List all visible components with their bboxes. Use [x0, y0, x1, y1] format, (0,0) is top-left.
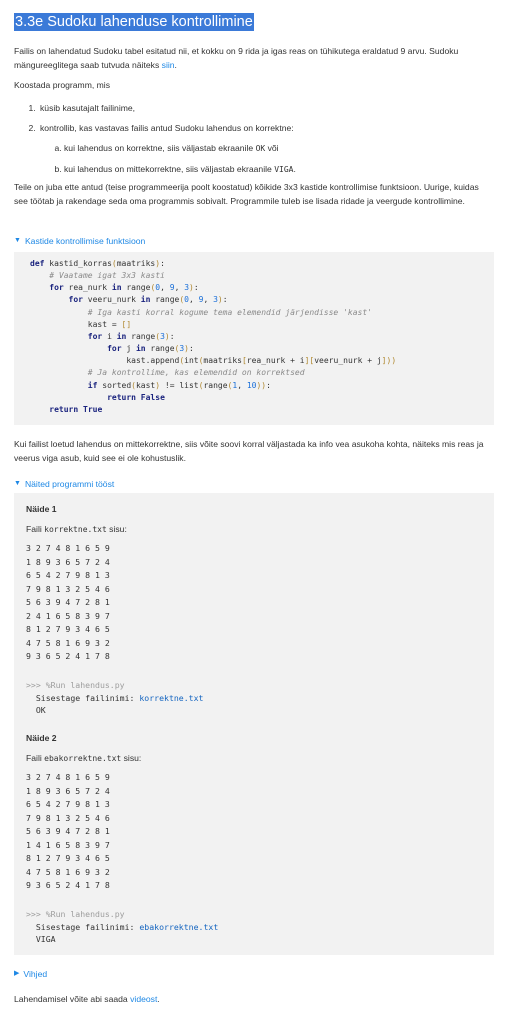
shell-command: >>> %Run lahendus.py [26, 680, 125, 690]
file-label-text: sisu: [106, 524, 127, 534]
file-name: korrektne.txt [44, 525, 107, 534]
triangle-down-icon: ▼ [14, 237, 21, 244]
optional-paragraph: Kui failist loetud lahendus on mittekorr… [14, 439, 484, 463]
inline-code: VIGA [274, 165, 294, 174]
substep-text: kui lahendus on mittekorrektne, siis väl… [64, 164, 275, 174]
file-label-text: Faili [26, 753, 45, 763]
file-label-text: Faili [26, 524, 45, 534]
rules-link[interactable]: siin [162, 60, 175, 70]
details-function-toggle[interactable]: ▼ Kastide kontrollimise funktsioon [14, 234, 145, 248]
function-code: def kastid_korras(maatriks): # Vaatame i… [30, 259, 397, 414]
page-title: 3.3e Sudoku lahenduse kontrollimine [14, 13, 254, 31]
substep-text: või [265, 143, 279, 153]
shell-result: VIGA [26, 934, 56, 944]
task-steps: küsib kasutajalt failinime, kontrollib, … [14, 101, 498, 183]
video-link[interactable]: videost [130, 994, 157, 1004]
step-1-text: küsib kasutajalt failinime, [40, 103, 136, 113]
shell-command: >>> %Run lahendus.py [26, 909, 125, 919]
sudoku-grid: 3 2 7 4 8 1 6 5 9 1 8 9 3 6 5 7 2 4 6 5 … [26, 543, 110, 661]
triangle-down-icon: ▼ [14, 480, 21, 487]
example-file-label: Faili ebakorrektne.txt sisu: [26, 751, 141, 766]
intro-text-end: . [174, 60, 177, 70]
page: 3.3e Sudoku lahenduse kontrollimine Fail… [0, 0, 505, 1015]
substep-item: kui lahendus on korrektne, siis väljasta… [64, 141, 498, 156]
intro-text: Failis on lahendatud Sudoku tabel esitat… [14, 46, 459, 70]
details-hints-summary: Vihjed [23, 969, 48, 979]
step-item: kontrollib, kas vastavas failis antud Su… [38, 121, 498, 177]
step-2-text: kontrollib, kas vastavas failis antud Su… [40, 123, 294, 133]
footer-text-end: . [157, 994, 160, 1004]
intro-paragraph: Failis on lahendatud Sudoku tabel esitat… [14, 44, 484, 72]
example-heading: Näide 1 [26, 504, 57, 514]
file-label-text: sisu: [121, 753, 142, 763]
substep-text: . [293, 164, 296, 174]
examples-box: Näide 1 Faili korrektne.txt sisu: 3 2 7 … [14, 493, 494, 955]
shell-user-input: korrektne.txt [139, 692, 204, 703]
step-item: küsib kasutajalt failinime, [38, 101, 498, 115]
inline-code: OK [255, 144, 266, 153]
shell-result: OK [26, 705, 46, 715]
example-heading: Näide 2 [26, 733, 57, 743]
shell-output: >>> %Run lahendus.py Sisestage failinimi… [26, 908, 484, 946]
task-intro: Koostada programm, mis [14, 80, 110, 90]
code-block: def kastid_korras(maatriks): # Vaatame i… [14, 252, 494, 425]
footer-text: Lahendamisel võite abi saada [14, 994, 131, 1004]
details-hints-toggle[interactable]: ▶ Vihjed [14, 967, 47, 981]
helper-paragraph: Teile on juba ette antud (teise programm… [14, 182, 479, 206]
shell-prompt: Sisestage failinimi: [26, 692, 140, 703]
shell-output: >>> %Run lahendus.py Sisestage failinimi… [26, 679, 484, 717]
details-function-summary: Kastide kontrollimise funktsioon [24, 236, 146, 246]
substep-item: kui lahendus on mittekorrektne, siis väl… [64, 162, 498, 177]
sudoku-grid: 3 2 7 4 8 1 6 5 9 1 8 9 3 6 5 7 2 4 6 5 … [26, 772, 110, 890]
footer-paragraph: Lahendamisel võite abi saada videost. [14, 992, 484, 1006]
substeps: kui lahendus on korrektne, siis väljasta… [40, 141, 498, 177]
file-name: ebakorrektne.txt [44, 754, 122, 763]
example-file-label: Faili korrektne.txt sisu: [26, 522, 127, 537]
shell-prompt: Sisestage failinimi: [26, 921, 140, 932]
details-examples-toggle[interactable]: ▼ Näited programmi tööst [14, 477, 114, 491]
substep-text: kui lahendus on korrektne, siis väljasta… [64, 143, 256, 153]
triangle-right-icon: ▶ [14, 970, 20, 977]
shell-user-input: ebakorrektne.txt [139, 921, 219, 932]
details-examples-summary: Näited programmi tööst [24, 479, 115, 489]
